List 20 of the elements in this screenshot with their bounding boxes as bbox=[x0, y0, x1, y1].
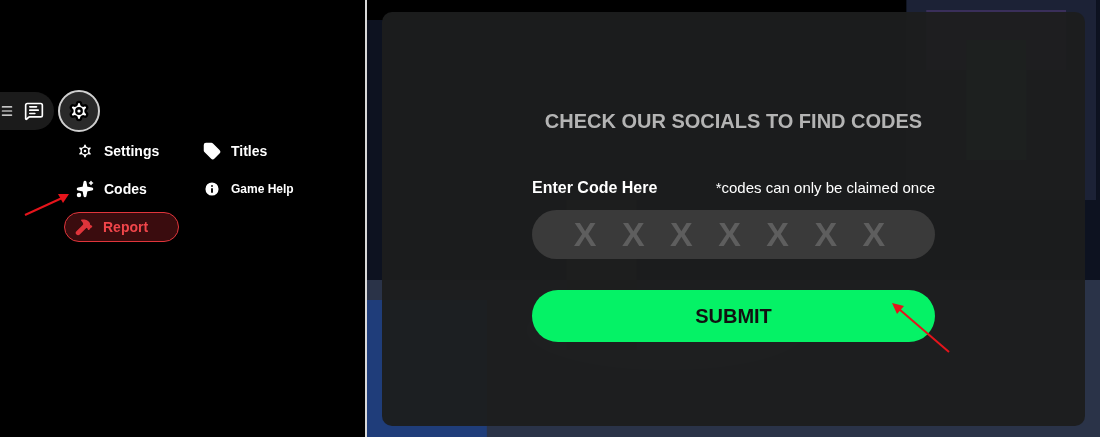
gear-icon bbox=[68, 100, 90, 122]
field-label: Enter Code Here bbox=[532, 178, 658, 198]
panel-heading: CHECK OUR SOCIALS TO FIND CODES bbox=[544, 109, 923, 134]
chat-icon[interactable] bbox=[24, 101, 44, 121]
annotation-arrow bbox=[24, 192, 70, 216]
annotation-arrow bbox=[891, 302, 951, 354]
submit-button[interactable]: SUBMIT bbox=[532, 290, 935, 342]
hammer-icon bbox=[75, 218, 93, 236]
menu-item[interactable]: Titles bbox=[203, 136, 268, 166]
menu-item[interactable]: Game Help bbox=[203, 174, 294, 204]
menu-item[interactable]: Codes bbox=[76, 174, 147, 204]
report-button[interactable]: Report bbox=[64, 212, 179, 242]
gear-icon bbox=[76, 142, 94, 160]
settings-button[interactable] bbox=[58, 90, 100, 132]
menu-icon[interactable] bbox=[0, 104, 14, 118]
field-note: *codes can only be claimed once bbox=[715, 178, 935, 198]
info-icon bbox=[203, 180, 221, 198]
tag-icon bbox=[203, 142, 221, 160]
sparkles-icon bbox=[76, 180, 94, 198]
menu-item[interactable]: Settings bbox=[76, 136, 160, 166]
